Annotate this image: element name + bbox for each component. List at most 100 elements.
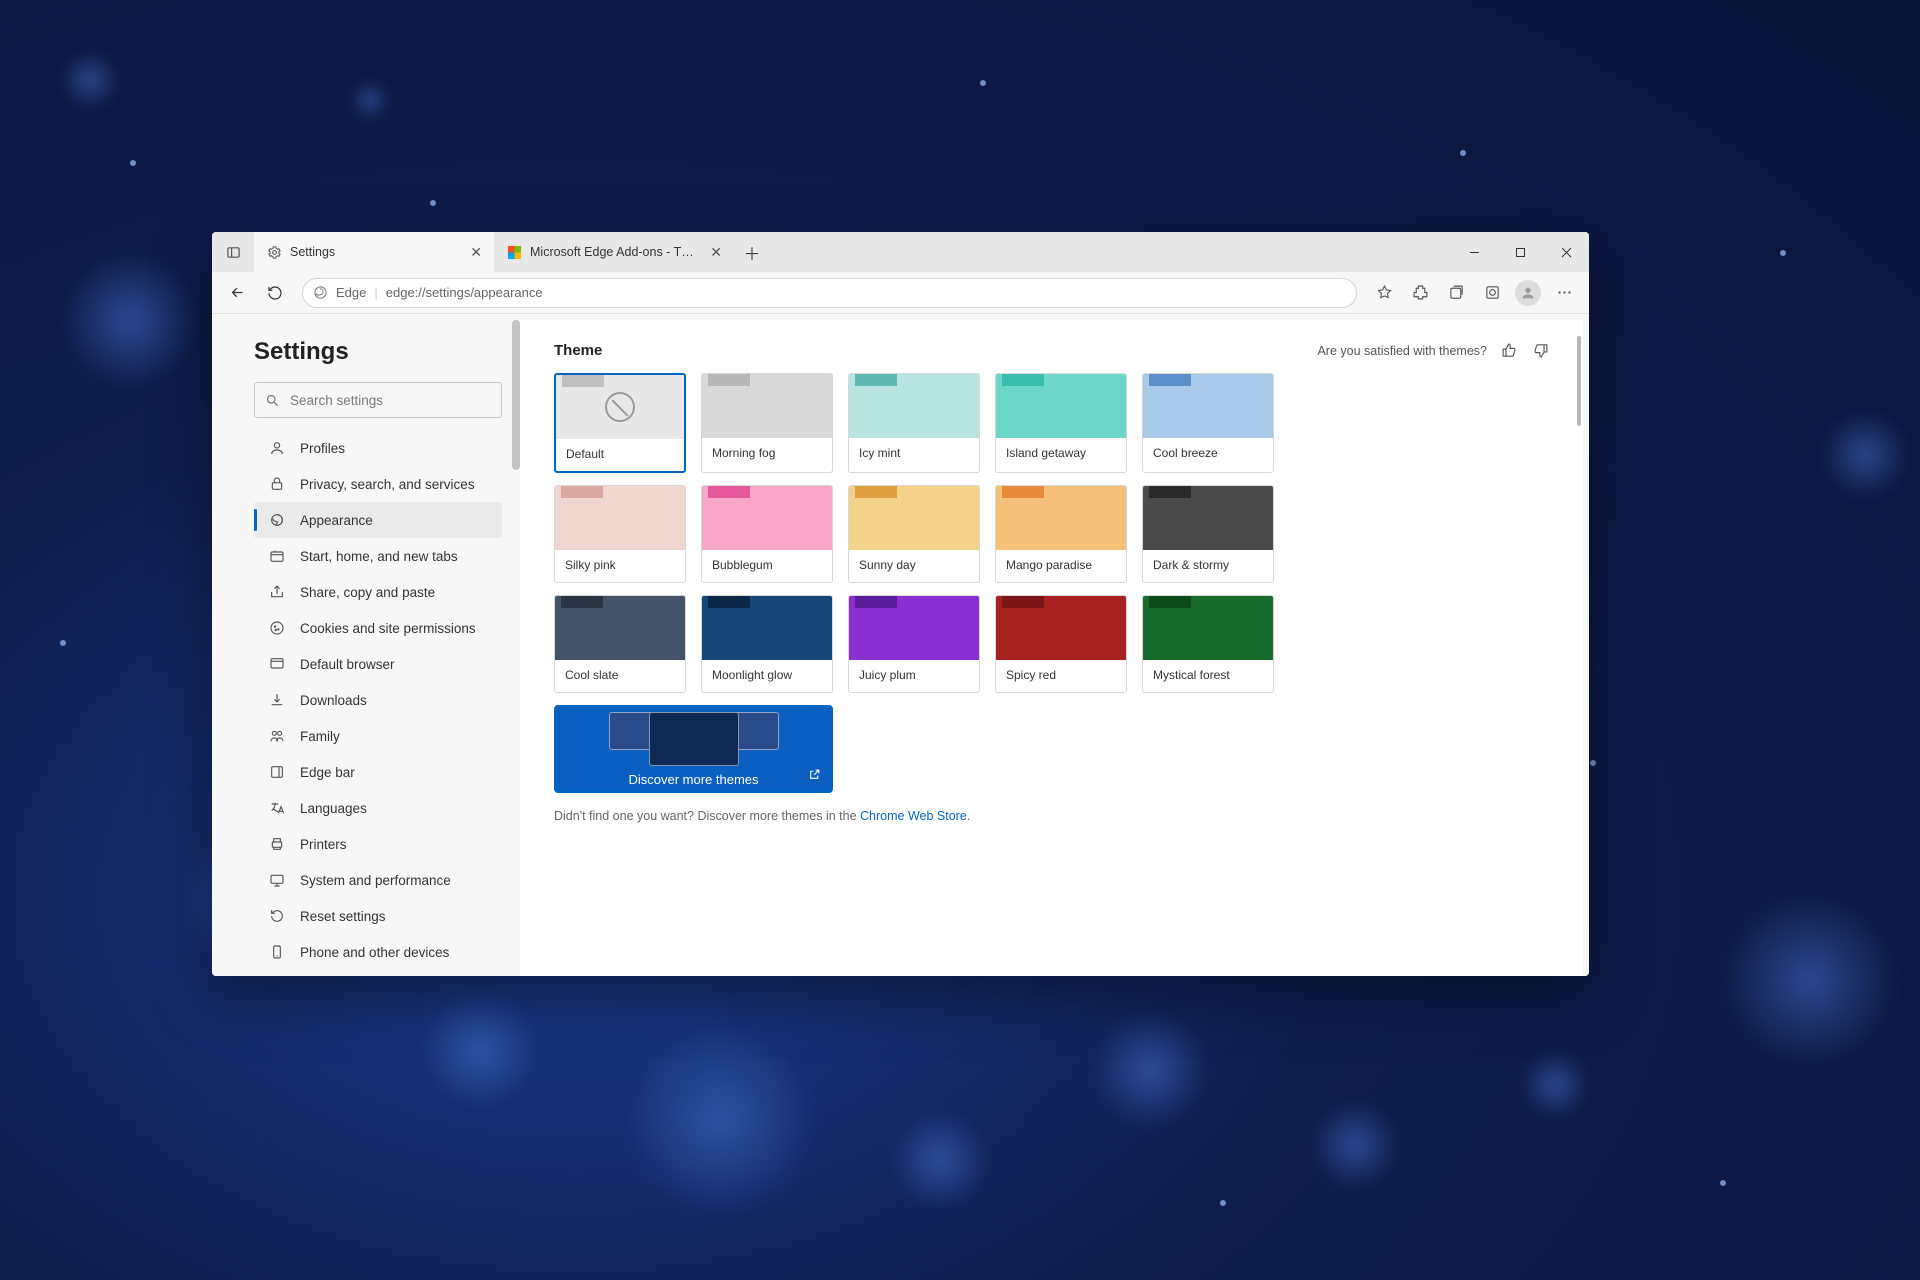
favorites-button[interactable] (1367, 277, 1401, 309)
theme-card-icy-mint[interactable]: Icy mint (848, 373, 980, 473)
theme-card-silky-pink[interactable]: Silky pink (554, 485, 686, 583)
sidebar-item-downloads[interactable]: Downloads (254, 682, 502, 718)
browser-essentials-button[interactable] (1475, 277, 1509, 309)
theme-label: Cool breeze (1143, 438, 1273, 470)
theme-card-cool-slate[interactable]: Cool slate (554, 595, 686, 693)
theme-card-moonlight-glow[interactable]: Moonlight glow (701, 595, 833, 693)
page-scrollbar[interactable] (1577, 336, 1581, 426)
sidebar-item-label: Family (300, 729, 340, 744)
theme-label: Morning fog (702, 438, 832, 470)
search-icon (265, 393, 280, 408)
theme-label: Juicy plum (849, 660, 979, 692)
sidebar-item-phone-and-other-devices[interactable]: Phone and other devices (254, 934, 502, 970)
sidebar-item-label: Printers (300, 837, 347, 852)
sidebar-item-privacy-search-and-services[interactable]: Privacy, search, and services (254, 466, 502, 502)
theme-card-mystical-forest[interactable]: Mystical forest (1142, 595, 1274, 693)
theme-card-cool-breeze[interactable]: Cool breeze (1142, 373, 1274, 473)
edgebar-icon (268, 764, 286, 780)
sidebar-item-system-and-performance[interactable]: System and performance (254, 862, 502, 898)
close-window-button[interactable] (1543, 232, 1589, 272)
close-tab-icon[interactable]: ✕ (710, 244, 722, 261)
settings-search[interactable]: Search settings (254, 382, 502, 418)
titlebar: Settings ✕ Microsoft Edge Add-ons - Them… (212, 232, 1589, 272)
chrome-web-store-link[interactable]: Chrome Web Store (860, 809, 967, 823)
window-controls (1451, 232, 1589, 272)
theme-label: Mango paradise (996, 550, 1126, 582)
printer-icon (268, 836, 286, 852)
paint-icon (268, 512, 286, 528)
search-placeholder: Search settings (290, 393, 383, 408)
sidebar-scrollbar[interactable] (512, 320, 520, 470)
sidebar-item-edge-bar[interactable]: Edge bar (254, 754, 502, 790)
lock-icon (268, 476, 286, 492)
theme-header: Theme Are you satisfied with themes? (554, 342, 1549, 359)
avatar-icon (1515, 280, 1541, 306)
sidebar-item-label: Edge bar (300, 765, 355, 780)
sidebar-item-cookies-and-site-permissions[interactable]: Cookies and site permissions (254, 610, 502, 646)
maximize-button[interactable] (1497, 232, 1543, 272)
theme-card-sunny-day[interactable]: Sunny day (848, 485, 980, 583)
minimize-button[interactable] (1451, 232, 1497, 272)
family-icon (268, 728, 286, 744)
more-button[interactable] (1547, 277, 1581, 309)
theme-label: Island getaway (996, 438, 1126, 470)
thumbs-up-button[interactable] (1501, 342, 1518, 359)
sidebar-item-family[interactable]: Family (254, 718, 502, 754)
theme-heading: Theme (554, 342, 602, 359)
discover-more-themes-card[interactable]: Discover more themes (554, 705, 833, 793)
theme-label: Icy mint (849, 438, 979, 470)
extensions-button[interactable] (1403, 277, 1437, 309)
collections-button[interactable] (1439, 277, 1473, 309)
lang-icon (268, 800, 286, 816)
profile-button[interactable] (1511, 277, 1545, 309)
download-icon (268, 692, 286, 708)
theme-card-juicy-plum[interactable]: Juicy plum (848, 595, 980, 693)
theme-card-island-getaway[interactable]: Island getaway (995, 373, 1127, 473)
tab-well: Settings ✕ Microsoft Edge Add-ons - Them… (254, 232, 1451, 272)
sidebar-item-printers[interactable]: Printers (254, 826, 502, 862)
gear-icon (266, 244, 282, 260)
sidebar-item-label: Reset settings (300, 909, 386, 924)
theme-card-dark-stormy[interactable]: Dark & stormy (1142, 485, 1274, 583)
sidebar-item-languages[interactable]: Languages (254, 790, 502, 826)
no-sign-icon (605, 392, 635, 422)
sidebar-item-default-browser[interactable]: Default browser (254, 646, 502, 682)
theme-label: Sunny day (849, 550, 979, 582)
theme-card-morning-fog[interactable]: Morning fog (701, 373, 833, 473)
sidebar-item-start-home-and-new-tabs[interactable]: Start, home, and new tabs (254, 538, 502, 574)
browser-icon (268, 656, 286, 672)
sidebar-item-appearance[interactable]: Appearance (254, 502, 502, 538)
cookie-icon (268, 620, 286, 636)
new-tab-button[interactable]: ＋ (734, 232, 770, 272)
sidebar-item-share-copy-and-paste[interactable]: Share, copy and paste (254, 574, 502, 610)
address-bar[interactable]: Edge | edge://settings/appearance (302, 278, 1357, 308)
sidebar-item-profiles[interactable]: Profiles (254, 430, 502, 466)
sidebar-item-label: Cookies and site permissions (300, 621, 476, 636)
edge-color-icon (506, 244, 522, 260)
tab-actions-button[interactable] (212, 232, 254, 272)
discover-label: Discover more themes (628, 772, 758, 787)
sidebar-item-reset-settings[interactable]: Reset settings (254, 898, 502, 934)
theme-label: Mystical forest (1143, 660, 1273, 692)
feedback-prompt: Are you satisfied with themes? (1317, 344, 1487, 358)
sidebar-item-label: Languages (300, 801, 367, 816)
back-button[interactable] (220, 277, 254, 309)
theme-label: Cool slate (555, 660, 685, 692)
close-tab-icon[interactable]: ✕ (470, 244, 482, 261)
theme-card-bubblegum[interactable]: Bubblegum (701, 485, 833, 583)
theme-card-spicy-red[interactable]: Spicy red (995, 595, 1127, 693)
thumbs-down-button[interactable] (1532, 342, 1549, 359)
sidebar-item-label: Phone and other devices (300, 945, 449, 960)
theme-card-mango-paradise[interactable]: Mango paradise (995, 485, 1127, 583)
sidebar-item-label: Default browser (300, 657, 395, 672)
toolbar: Edge | edge://settings/appearance (212, 272, 1589, 314)
address-separator: | (374, 285, 377, 300)
theme-card-default[interactable]: Default (554, 373, 686, 473)
refresh-button[interactable] (258, 277, 292, 309)
settings-sidebar: Settings Search settings ProfilesPrivacy… (212, 314, 520, 976)
theme-label: Moonlight glow (702, 660, 832, 692)
sidebar-item-label: Start, home, and new tabs (300, 549, 458, 564)
tab-settings[interactable]: Settings ✕ (254, 232, 494, 272)
user-icon (268, 440, 286, 456)
tab-addons[interactable]: Microsoft Edge Add-ons - Them… ✕ (494, 232, 734, 272)
